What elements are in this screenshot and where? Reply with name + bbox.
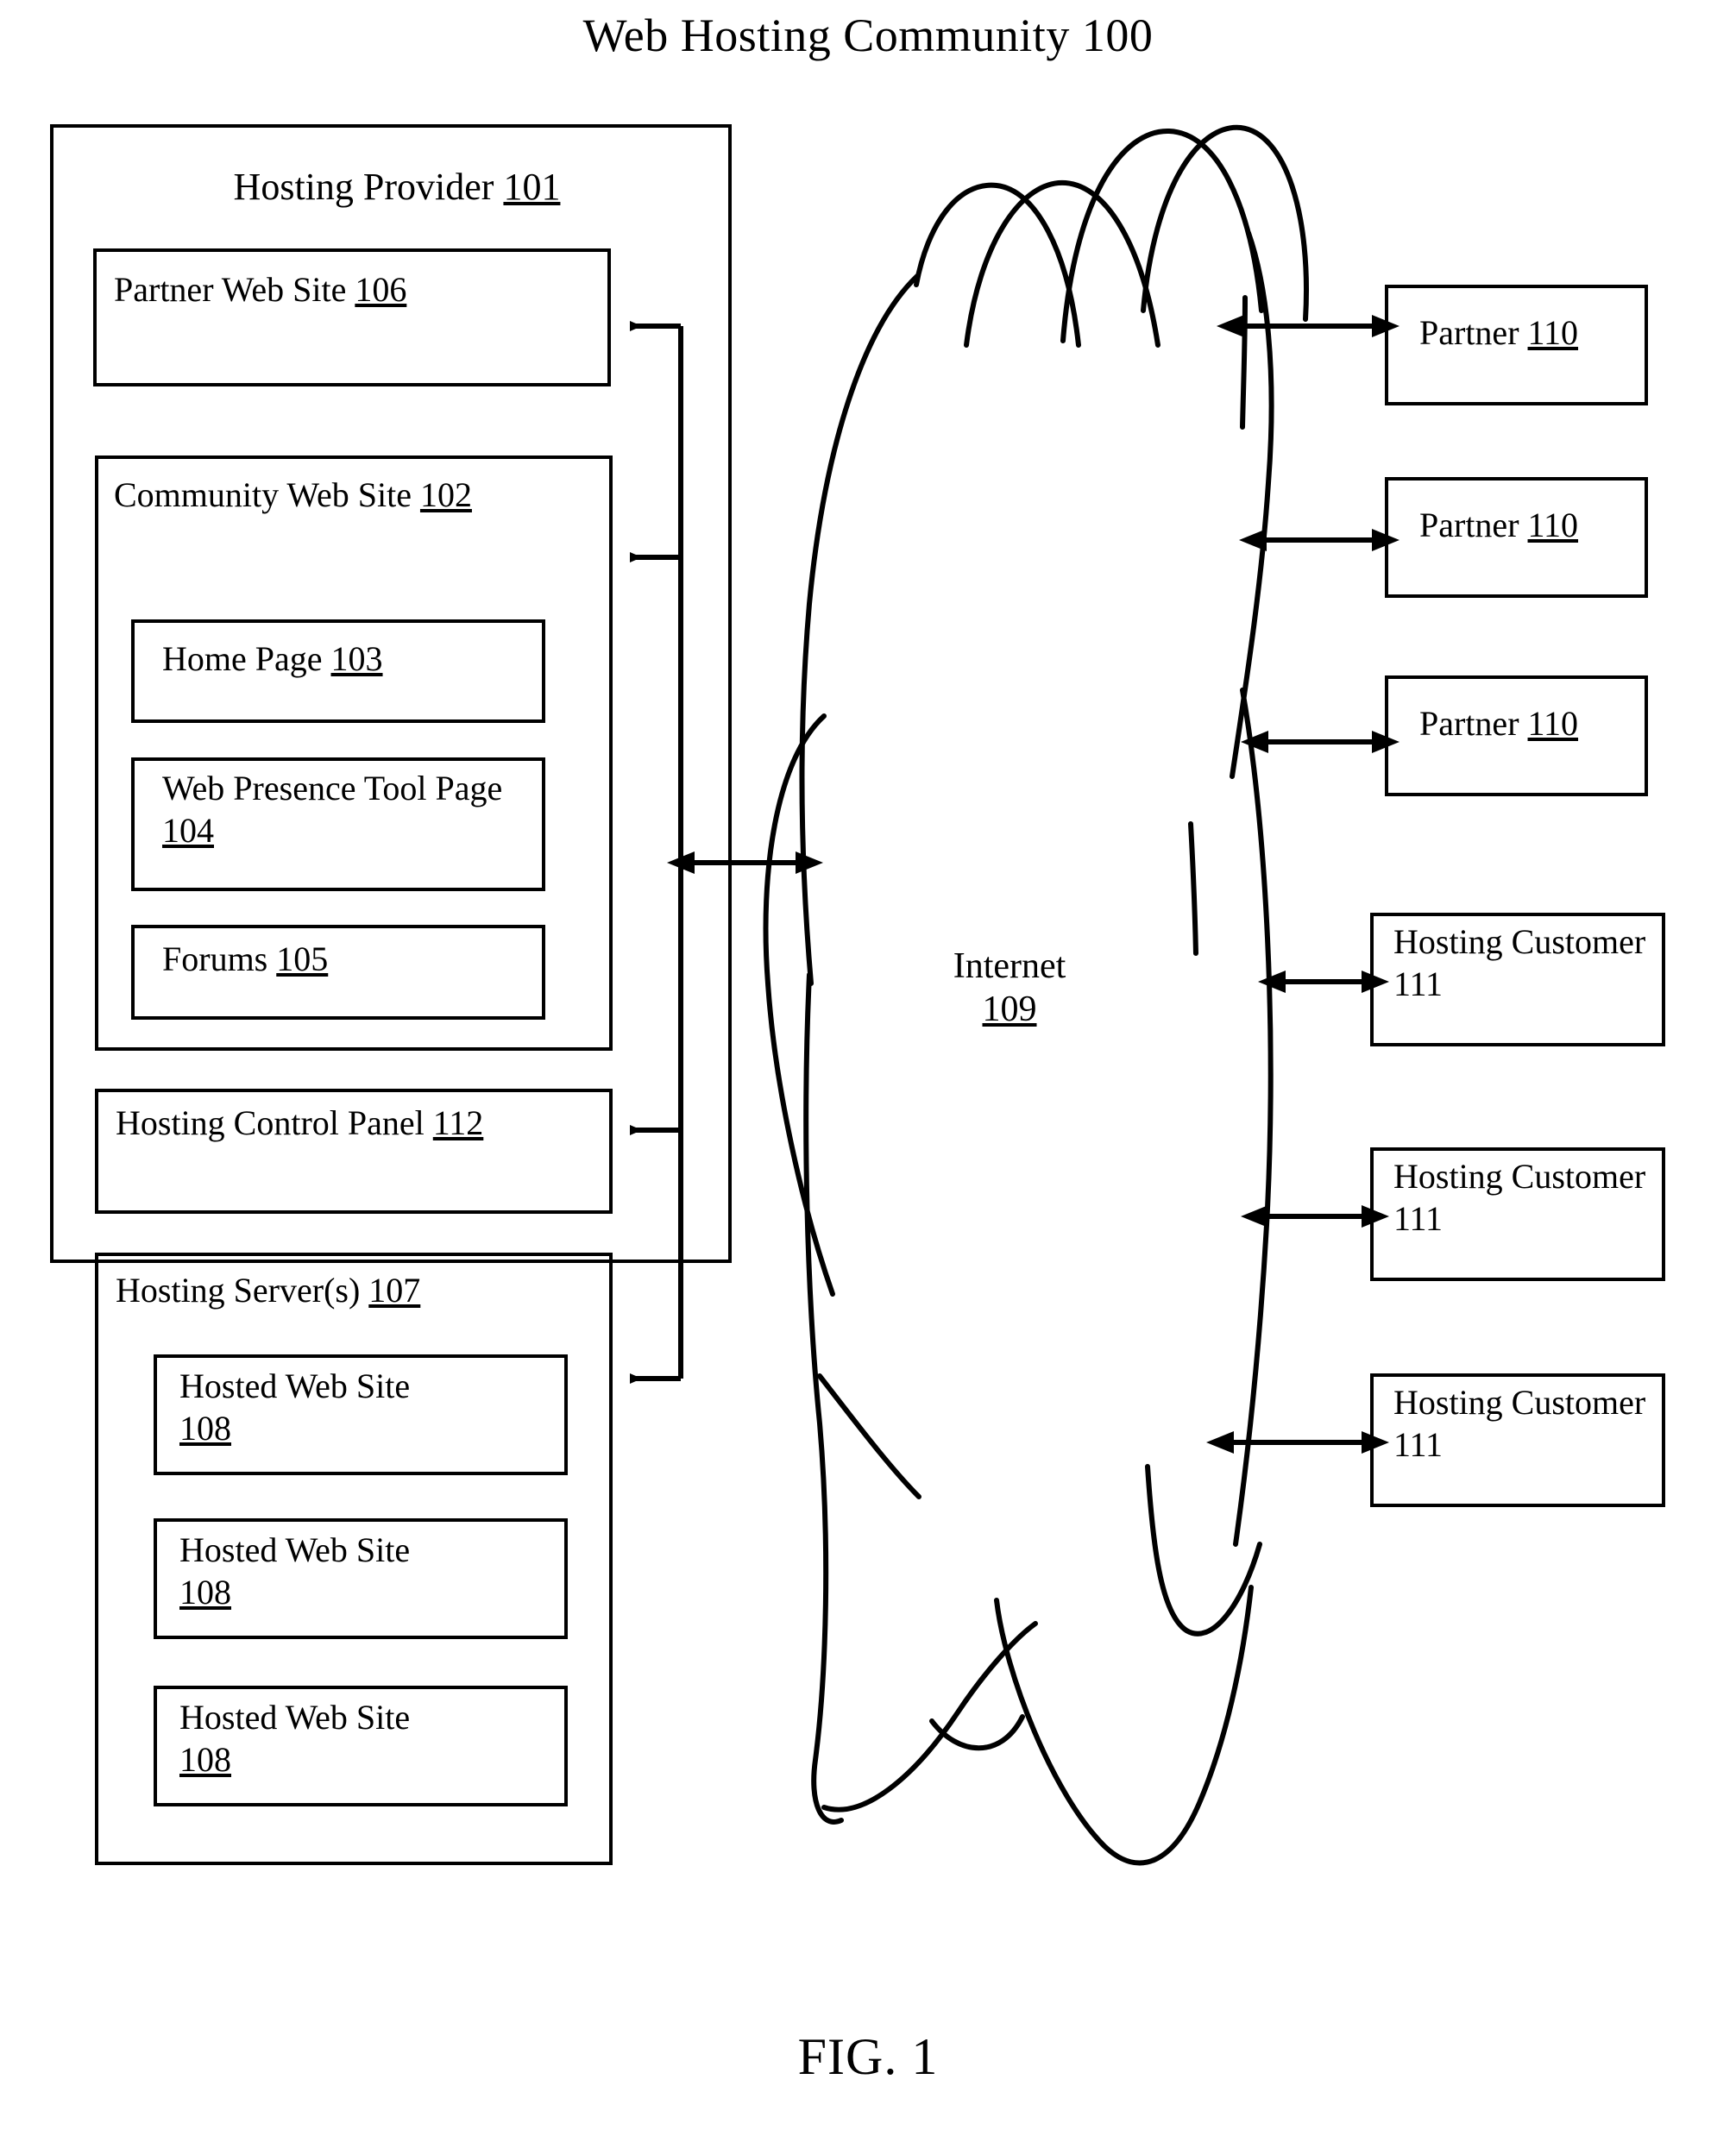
- page-title: Web Hosting Community 100: [582, 9, 1154, 61]
- hosting-servers-label: Hosting Server(s) 107: [116, 1271, 421, 1310]
- community-web-site-label: Community Web Site 102: [114, 475, 472, 514]
- internet-cloud-label: Internet 109: [953, 946, 1066, 1030]
- partner-web-site-label: Partner Web Site 106: [114, 270, 407, 309]
- hosting-customer-node-label: Hosting Customer 111: [1393, 922, 1646, 1003]
- hosting-customer-node-label: Hosting Customer 111: [1393, 1383, 1646, 1464]
- hosted-web-site-label: Hosted Web Site 108: [179, 1698, 411, 1779]
- hosting-provider-label: Hosting Provider 101: [233, 166, 561, 208]
- partner-node-label: Partner 110: [1419, 313, 1579, 352]
- figure-caption: FIG. 1: [797, 2028, 939, 2085]
- partner-node-label: Partner 110: [1419, 506, 1579, 544]
- partner-node-label: Partner 110: [1419, 704, 1579, 743]
- hosted-web-site-label: Hosted Web Site 108: [179, 1366, 411, 1448]
- hosted-web-site-label: Hosted Web Site 108: [179, 1530, 411, 1611]
- web-presence-tool-page-label: Web Presence Tool Page 104: [162, 769, 503, 850]
- hosting-control-panel-label: Hosting Control Panel 112: [116, 1103, 484, 1142]
- hosting-customer-node-label: Hosting Customer 111: [1393, 1157, 1646, 1238]
- home-page-label: Home Page 103: [162, 639, 383, 678]
- forums-label: Forums 105: [162, 939, 329, 978]
